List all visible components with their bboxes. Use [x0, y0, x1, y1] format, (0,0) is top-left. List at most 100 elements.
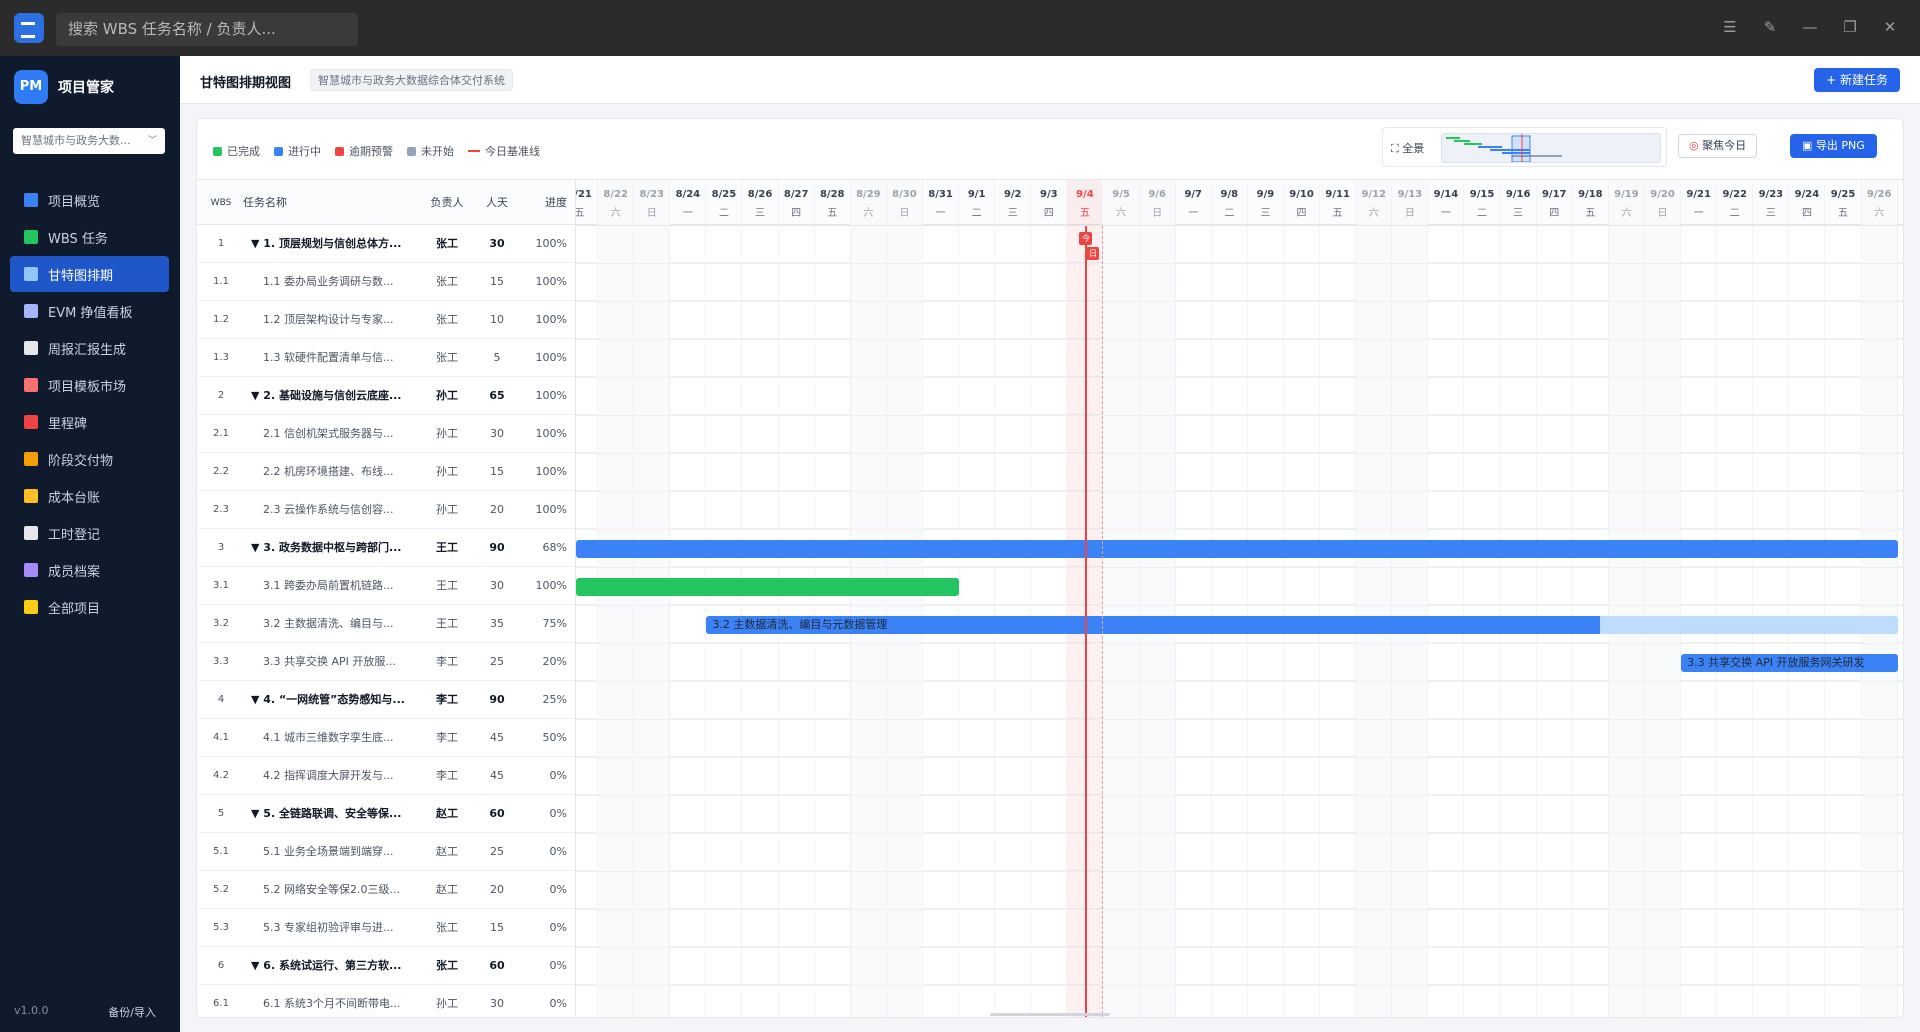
days-cell: 30 [490, 579, 504, 592]
task-name-cell[interactable]: 4.2 指挥调度大屏开发与... [249, 757, 424, 795]
gantt-bar[interactable] [576, 578, 960, 596]
task-name-cell[interactable]: 3.1 跨委办局前置机链路... [249, 567, 424, 605]
close-icon[interactable]: ✕ [1879, 16, 1901, 38]
task-name-cell[interactable]: ▼ 2. 基础设施与信创云底座... [249, 377, 424, 415]
task-name-cell[interactable]: 2.3 云操作系统与信创容... [249, 491, 424, 529]
task-name-cell[interactable]: 1.3 软硬件配置清单与信... [249, 339, 424, 377]
task-name-cell[interactable]: 5.2 网络安全等保2.0三级... [249, 871, 424, 909]
day-date-label: 9/11 [1325, 189, 1350, 200]
gantt-row-line [576, 453, 1903, 454]
days-cell: 25 [490, 655, 504, 668]
sidebar-item-9[interactable]: 工时登记 [10, 515, 169, 551]
day-weekday-label: 四 [1043, 208, 1054, 219]
task-name-cell[interactable]: 5.1 业务全场景端到端穿... [249, 833, 424, 871]
gantt-bar-label: 3.3 共享交换 API 开放服务网关研发 [1687, 656, 1865, 669]
day-weekday-label: 四 [1549, 208, 1560, 219]
days-cell: 45 [490, 769, 504, 782]
search-input[interactable]: 搜索 WBS 任务名称 / 负责人... [56, 13, 358, 46]
sidebar-item-0[interactable]: 项目概览 [10, 182, 169, 218]
task-name-cell[interactable]: ▼ 4. “一网统管”态势感知与... [249, 681, 424, 719]
day-date-label: 9/16 [1505, 189, 1531, 200]
day-weekday-label: 二 [1477, 208, 1488, 219]
wbs-cell: 2.3 [213, 504, 229, 515]
task-name-cell[interactable]: 1.1 委办局业务调研与数... [249, 263, 424, 301]
legend-label: 进行中 [288, 145, 321, 158]
overview-minimap[interactable] [1441, 133, 1661, 163]
task-name-cell[interactable]: 3.3 共享交换 API 开放服... [249, 643, 424, 681]
days-cell: 25 [490, 845, 504, 858]
gantt-row-line [576, 301, 1903, 302]
day-date-label: 8/31 [928, 189, 953, 200]
task-name-cell[interactable]: ▼ 1. 顶层规划与信创总体方... [249, 225, 424, 263]
day-column: 8/24 一 [670, 180, 707, 1017]
task-name-cell[interactable]: 5.3 专家组初验评审与进... [249, 909, 424, 947]
day-date-label: 9/4 [1076, 189, 1094, 200]
owner-cell: 张工 [436, 351, 458, 364]
sidebar-item-3[interactable]: EVM 挣值看板 [10, 293, 169, 329]
legend-item: 已完成 [213, 143, 260, 159]
day-date-label: 9/24 [1794, 189, 1820, 200]
day-date-label: 8/25 [711, 189, 737, 200]
day-weekday-label: 日 [1404, 208, 1415, 219]
focus-today-button[interactable]: ◎ 聚焦今日 [1678, 134, 1758, 158]
sidebar-item-5[interactable]: 项目模板市场 [10, 367, 169, 403]
task-name-cell[interactable]: 2.1 信创机架式服务器与... [249, 415, 424, 453]
wbs-cell: 2 [217, 390, 225, 401]
stopwatch-icon [24, 526, 38, 540]
task-name-cell[interactable]: 2.2 机房环境搭建、布线... [249, 453, 424, 491]
menu-icon[interactable]: ☰ [1719, 16, 1741, 38]
gantt-row-line [576, 377, 1903, 378]
overview-navigator[interactable]: ⛶ 全景 [1382, 127, 1667, 167]
progress-cell: 0% [549, 959, 567, 972]
project-select[interactable]: 智慧城市与政务大数... ﹀ [13, 128, 165, 154]
day-weekday-label: 一 [1440, 208, 1451, 219]
maximize-icon[interactable]: ❐ [1839, 16, 1861, 38]
day-column: 9/6 日 [1139, 180, 1176, 1017]
progress-cell: 100% [535, 237, 567, 250]
day-date-label: 8/23 [639, 189, 664, 200]
horizontal-scrollbar[interactable] [990, 1013, 1110, 1016]
sidebar-item-label: 成员档案 [48, 564, 101, 580]
task-name-cell[interactable]: ▼ 5. 全链路联调、安全等保... [249, 795, 424, 833]
day-column: 9/23 三 [1753, 180, 1790, 1017]
sidebar-item-2[interactable]: 甘特图排期 [10, 256, 169, 292]
wbs-cell: 1.1 [213, 276, 229, 287]
task-name-cell[interactable]: 1.2 顶层架构设计与专家... [249, 301, 424, 339]
sidebar-item-1[interactable]: WBS 任务 [10, 219, 169, 255]
sidebar-item-10[interactable]: 成员档案 [10, 552, 169, 588]
task-name-cell[interactable]: 4.1 城市三维数字孪生底... [249, 719, 424, 757]
task-name-cell[interactable]: 3.2 主数据清洗、编目与... [249, 605, 424, 643]
export-png-button[interactable]: ▣ 导出 PNG [1790, 134, 1877, 158]
day-date-label: 9/1 [967, 189, 986, 200]
day-column: 8/28 五 [815, 180, 851, 1017]
sidebar-item-11[interactable]: 全部项目 [10, 589, 169, 625]
minimize-icon[interactable]: — [1799, 16, 1821, 38]
gantt-row-line [576, 491, 1903, 492]
sidebar-item-7[interactable]: 阶段交付物 [10, 441, 169, 477]
task-name-cell[interactable]: ▼ 3. 政务数据中枢与跨部门... [249, 529, 424, 567]
sidebar-item-4[interactable]: 周报汇报生成 [10, 330, 169, 366]
day-date-label: 9/25 [1830, 189, 1856, 200]
new-task-button[interactable]: + 新建任务 [1814, 68, 1900, 92]
money-bag-icon [24, 489, 38, 503]
backup-import-link[interactable]: 备份/导入 [108, 1004, 156, 1020]
gantt-bar[interactable] [576, 540, 1898, 558]
sidebar-item-6[interactable]: 里程碑 [10, 404, 169, 440]
wbs-cell: 3.3 [213, 656, 229, 667]
day-date-label: 8/27 [783, 189, 809, 200]
today-dashed-line [1101, 226, 1103, 1017]
package-icon [24, 452, 38, 466]
wbs-cell: 1 [217, 238, 225, 249]
progress-cell: 0% [549, 997, 567, 1010]
gantt-bar[interactable]: 3.3 共享交换 API 开放服务网关研发 [1681, 654, 1898, 672]
wbs-cell: 6 [217, 960, 225, 971]
legend-swatch [468, 150, 480, 152]
sidebar-item-label: WBS 任务 [48, 231, 108, 247]
gantt-bar[interactable]: 3.2 主数据清洗、编目与元数据管理 [706, 616, 1898, 634]
wbs-cell: 3 [217, 542, 225, 553]
task-name-cell[interactable]: 6.1 系统3个月不间断带电... [249, 985, 424, 1017]
pin-icon[interactable]: ✎ [1759, 16, 1781, 38]
day-column: 9/13 日 [1392, 180, 1429, 1017]
task-name-cell[interactable]: ▼ 6. 系统试运行、第三方软... [249, 947, 424, 985]
sidebar-item-8[interactable]: 成本台账 [10, 478, 169, 514]
